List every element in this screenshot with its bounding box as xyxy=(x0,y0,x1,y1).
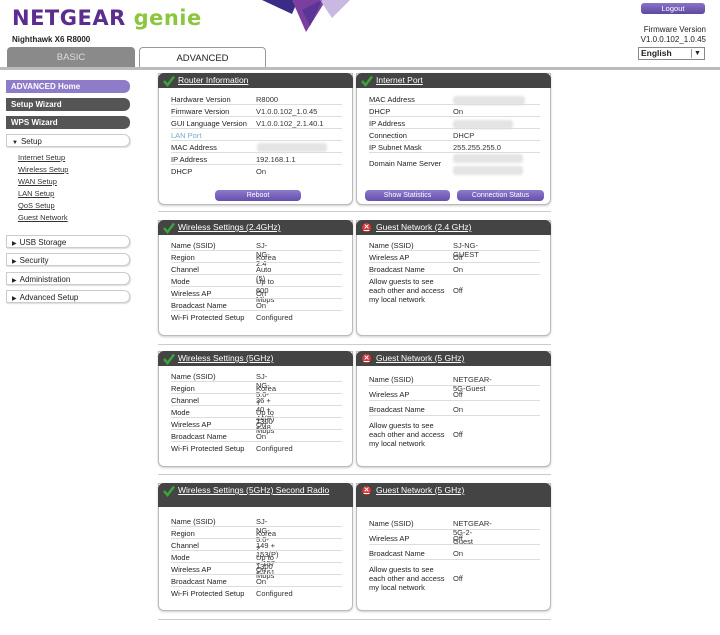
sidebar-item-label: Security xyxy=(19,256,49,265)
checkmark-icon xyxy=(163,75,175,87)
triangle-right-icon: ▶ xyxy=(12,278,17,284)
sidebar-item-label: Advanced Setup xyxy=(19,293,79,302)
logout-button[interactable]: Logout xyxy=(641,3,705,14)
section-divider xyxy=(158,474,551,475)
panel-title: Guest Network (2.4 GHz) xyxy=(376,222,472,232)
section-divider xyxy=(158,211,551,212)
panel-title: Wireless Settings (5GHz) xyxy=(178,353,274,363)
firmware-value: V1.0.0.102_1.0.45 xyxy=(640,35,706,44)
sidebar-item-label: Administration xyxy=(19,275,71,284)
checkmark-icon xyxy=(163,222,175,234)
sidebar-subitem-qos-setup[interactable]: QoS Setup xyxy=(18,201,55,210)
allow-guests-value: Off xyxy=(453,286,463,295)
triangle-right-icon: ▶ xyxy=(12,241,17,247)
sidebar-subitem-internet-setup[interactable]: Internet Setup xyxy=(18,153,65,162)
sidebar-item-advanced-home[interactable]: ADVANCED Home xyxy=(6,80,130,93)
redacted-dns xyxy=(453,154,523,163)
tab-basic[interactable]: BASIC xyxy=(7,47,135,68)
checkmark-icon xyxy=(163,485,175,497)
sidebar-item-setup-wizard[interactable]: Setup Wizard xyxy=(6,98,130,111)
sidebar-subitem-wireless-setup[interactable]: Wireless Setup xyxy=(18,165,68,174)
tab-divider xyxy=(0,67,720,70)
tab-advanced[interactable]: ADVANCED xyxy=(139,47,266,68)
sidebar-item-usb-storage[interactable]: ▶ USB Storage xyxy=(6,235,130,248)
redacted-dns xyxy=(453,166,523,175)
panel-title: Wireless Settings (2.4GHz) xyxy=(178,222,281,232)
sidebar-item-security[interactable]: ▶ Security xyxy=(6,253,130,266)
checkmark-icon xyxy=(361,75,373,87)
allow-guests-value: Off xyxy=(453,574,463,583)
panel-title: Internet Port xyxy=(376,75,423,85)
panel-title: Router Information xyxy=(178,75,249,85)
panel-header[interactable]: Wireless Settings (5GHz) Second Radio xyxy=(158,483,353,507)
router-model: Nighthawk X6 R8000 xyxy=(12,35,91,44)
guest-network-5ghz-panel: ✕ Guest Network (5 GHz) Name (SSID) NETGE… xyxy=(356,351,551,467)
panel-header[interactable]: Router Information xyxy=(158,73,353,88)
wireless-5ghz-panel: Wireless Settings (5GHz) Name (SSID) SJ-N… xyxy=(158,351,353,467)
panel-title: Guest Network (5 GHz) xyxy=(376,485,465,495)
chevron-down-icon: ▼ xyxy=(691,49,703,58)
brand-graphic xyxy=(262,0,350,32)
panel-header[interactable]: Wireless Settings (2.4GHz) xyxy=(158,220,353,235)
panel-header[interactable]: ✕ Guest Network (5 GHz) xyxy=(356,351,551,366)
sidebar-subitem-wan-setup[interactable]: WAN Setup xyxy=(18,177,57,186)
redacted-mac xyxy=(257,143,327,152)
allow-guests-value: Off xyxy=(453,430,463,439)
language-value: English xyxy=(641,48,672,58)
info-row-allow-guests: Allow guests to see each other and acces… xyxy=(369,565,445,592)
brand-name: NETGEAR xyxy=(12,6,126,30)
wireless-24ghz-panel: Wireless Settings (2.4GHz) Name (SSID) SJ… xyxy=(158,220,353,336)
sidebar-item-label: USB Storage xyxy=(19,238,67,247)
sidebar-item-wps-wizard[interactable]: WPS Wizard xyxy=(6,116,130,129)
error-x-icon: ✕ xyxy=(362,223,371,232)
firmware-label: Firmware Version xyxy=(643,25,706,34)
info-row-allow-guests: Allow guests to see each other and acces… xyxy=(369,421,445,448)
triangle-right-icon: ▶ xyxy=(12,259,17,265)
panel-header[interactable]: ✕ Guest Network (2.4 GHz) xyxy=(356,220,551,235)
panel-title: Guest Network (5 GHz) xyxy=(376,353,465,363)
error-x-icon: ✕ xyxy=(362,354,371,363)
checkmark-icon xyxy=(163,353,175,365)
wireless-5ghz-second-radio-panel: Wireless Settings (5GHz) Second Radio Na… xyxy=(158,483,353,611)
sidebar-subitem-lan-setup[interactable]: LAN Setup xyxy=(18,189,54,198)
firmware-version-header: Firmware Version V1.0.0.102_1.0.45 xyxy=(641,25,706,45)
guest-network-24ghz-panel: ✕ Guest Network (2.4 GHz) Name (SSID) SJ-… xyxy=(356,220,551,336)
sidebar-item-administration[interactable]: ▶ Administration xyxy=(6,272,130,285)
product-name: genie xyxy=(133,6,202,30)
reboot-button[interactable]: Reboot xyxy=(215,190,301,201)
show-statistics-button[interactable]: Show Statistics xyxy=(365,190,450,201)
internet-port-panel: Internet Port MAC Address DHCP On IP Addr… xyxy=(356,73,551,205)
panel-header[interactable]: ✕ Guest Network (5 GHz) xyxy=(356,483,551,507)
sidebar-subitem-guest-network[interactable]: Guest Network xyxy=(18,213,68,222)
sidebar-item-advanced-setup[interactable]: ▶ Advanced Setup xyxy=(6,290,130,303)
router-information-panel: Router Information Hardware Version R8000… xyxy=(158,73,353,205)
guest-network-5ghz-second-panel: ✕ Guest Network (5 GHz) Name (SSID) NETGE… xyxy=(356,483,551,611)
triangle-right-icon: ▶ xyxy=(12,296,17,302)
section-divider xyxy=(158,619,551,620)
error-x-icon: ✕ xyxy=(362,486,371,495)
info-row-allow-guests: Allow guests to see each other and acces… xyxy=(369,277,445,304)
sidebar-item-setup[interactable]: ▼ Setup xyxy=(6,134,130,147)
panel-title: Wireless Settings (5GHz) Second Radio xyxy=(178,485,330,495)
panel-header[interactable]: Internet Port xyxy=(356,73,551,88)
section-divider xyxy=(158,344,551,345)
connection-status-button[interactable]: Connection Status xyxy=(457,190,544,201)
triangle-down-icon: ▼ xyxy=(12,140,18,146)
panel-header[interactable]: Wireless Settings (5GHz) xyxy=(158,351,353,366)
netgear-genie-logo: NETGEAR genie xyxy=(12,6,202,30)
language-select[interactable]: English ▼ xyxy=(638,47,705,60)
sidebar-item-label: Setup xyxy=(20,137,42,146)
